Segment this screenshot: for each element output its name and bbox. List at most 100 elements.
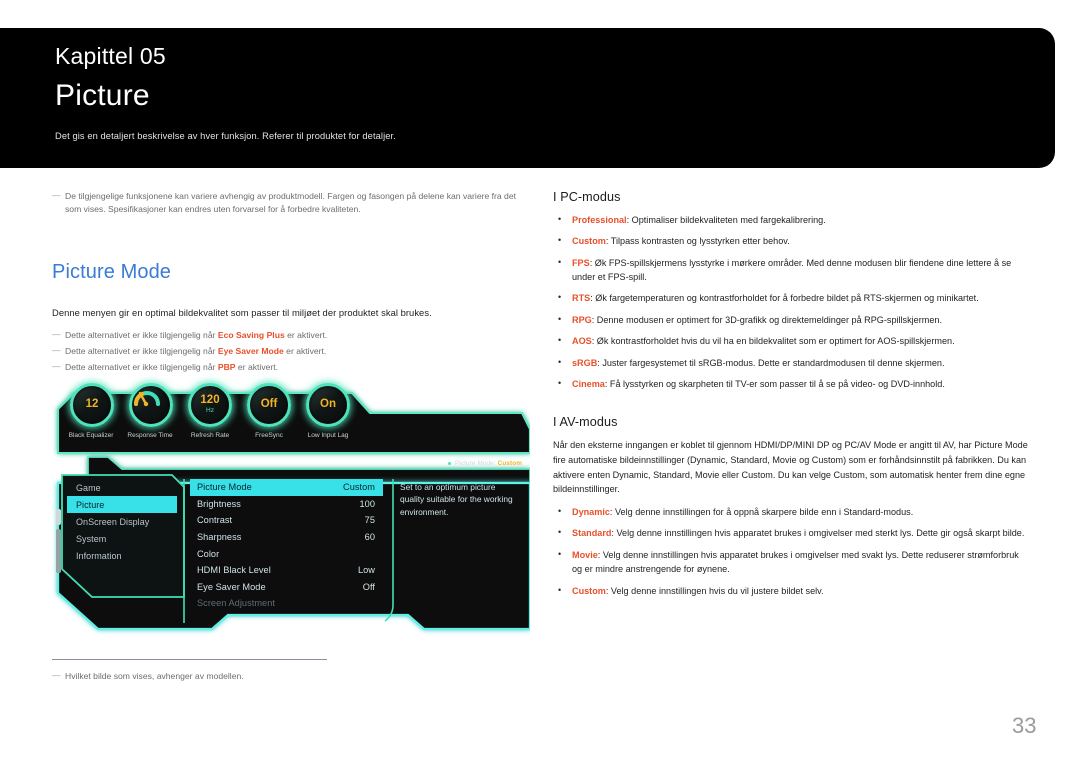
term: Custom — [572, 236, 606, 247]
list-item: Custom: Velg denne innstillingen hvis du… — [553, 583, 1031, 598]
term: Cinema — [572, 378, 605, 389]
note-term: Eco Saving Plus — [217, 329, 285, 340]
osd-status-badge: Picture Mode: Custom — [447, 460, 522, 467]
knob-value: 120 — [200, 394, 220, 407]
term-desc: : Velg denne innstillingen hvis du vil j… — [605, 585, 824, 596]
term-desc: : Velg denne innstillingen for å oppnå s… — [609, 507, 914, 518]
manual-page: Kapittel 05 Picture Det gis en detaljert… — [0, 0, 1080, 763]
osd-menu-item-system[interactable]: System — [67, 531, 177, 548]
note-term: PBP — [217, 362, 236, 373]
list-item: RTS: Øk fargetemperaturen og kontrastfor… — [553, 290, 1031, 305]
knob-value: Off — [260, 398, 278, 411]
setting-label: HDMI Black Level — [197, 565, 271, 576]
osd-settings-list: Picture Mode Custom Brightness 100 Contr… — [190, 479, 383, 612]
osd-left-menu: Game Picture OnScreen Display System Inf… — [67, 479, 177, 565]
osd-content-layer: 12 Black Equalizer Response Time 120 Hz … — [52, 383, 530, 645]
osd-setting-hdmi-black-level[interactable]: HDMI Black Level Low — [190, 562, 383, 579]
availability-note: Dette alternativet er ikke tilgjengelig … — [52, 344, 517, 358]
osd-setting-sharpness[interactable]: Sharpness 60 — [190, 529, 383, 546]
osd-illustration: 12 Black Equalizer Response Time 120 Hz … — [52, 383, 530, 645]
setting-value: 100 — [359, 498, 375, 509]
term: Custom — [572, 585, 606, 596]
section-lead: Denne menyen gir en optimal bildekvalite… — [52, 306, 432, 318]
availability-note: Dette alternativet er ikke tilgjengelig … — [52, 328, 517, 342]
setting-label: Picture Mode — [197, 482, 252, 493]
list-item: Standard: Velg denne innstillingen hvis … — [553, 525, 1031, 540]
list-item: Dynamic: Velg denne innstillingen for å … — [553, 504, 1031, 519]
osd-knob-label: Low Input Lag — [307, 432, 349, 439]
term: AOS — [572, 336, 592, 347]
term-desc: : Øk FPS-spillskjermens lysstyrke i mørk… — [572, 257, 1012, 283]
osd-knob-refresh-rate[interactable]: 120 Hz — [188, 383, 232, 427]
term: Professional — [572, 215, 627, 225]
knob-value: On — [320, 398, 336, 411]
banner-subtitle: Det gis en detaljert beskrivelse av hver… — [55, 131, 396, 142]
osd-knob-freesync[interactable]: Off — [247, 383, 291, 427]
setting-label: Contrast — [197, 515, 233, 526]
note-prefix: Dette alternativet er ikke tilgjengelig … — [65, 346, 218, 357]
osd-setting-brightness[interactable]: Brightness 100 — [190, 496, 383, 513]
osd-setting-picture-mode[interactable]: Picture Mode Custom — [190, 479, 383, 496]
page-number: 33 — [1012, 713, 1037, 738]
osd-status-label: Picture Mode: — [454, 460, 496, 467]
intro-note: De tilgjengelige funksjonene kan variere… — [52, 189, 517, 217]
list-item: AOS: Øk kontrastforholdet hvis du vil ha… — [553, 333, 1031, 348]
pc-mode-heading: I PC-modus — [553, 190, 621, 204]
osd-description: Set to an optimum picture quality suitab… — [400, 482, 513, 517]
term-desc: : Juster fargesystemet til sRGB-modus. D… — [597, 357, 945, 368]
setting-value: 75 — [364, 515, 375, 526]
setting-label: Screen Adjustment — [197, 598, 275, 609]
knob-value: 12 — [85, 398, 99, 411]
section-heading: Picture Mode — [52, 260, 172, 283]
osd-setting-contrast[interactable]: Contrast 75 — [190, 512, 383, 529]
note-suffix: er aktivert. — [284, 329, 328, 340]
term: FPS — [572, 257, 590, 268]
page-title: Picture — [55, 78, 150, 112]
osd-setting-color[interactable]: Color — [190, 545, 383, 562]
list-item: Cinema: Få lysstyrken og skarpheten til … — [553, 376, 1031, 391]
list-item: RPG: Denne modusen er optimert for 3D-gr… — [553, 312, 1031, 327]
note-prefix: Dette alternativet er ikke tilgjengelig … — [65, 329, 218, 340]
osd-menu-item-information[interactable]: Information — [67, 548, 177, 565]
bullet-icon — [447, 461, 451, 465]
term-desc: : Velg denne innstillingen hvis apparate… — [611, 528, 1025, 539]
list-item: sRGB: Juster fargesystemet til sRGB-modu… — [553, 354, 1031, 370]
osd-knob-black-equalizer[interactable]: 12 — [70, 383, 114, 427]
osd-menu-item-game[interactable]: Game — [67, 479, 177, 496]
osd-knob-low-input-lag[interactable]: On — [306, 383, 350, 427]
term: Standard — [572, 528, 612, 539]
chapter-banner: Kapittel 05 Picture Det gis en detaljert… — [0, 28, 1055, 168]
left-column: De tilgjengelige funksjonene kan variere… — [52, 189, 517, 378]
footer-note: Hvilket bilde som vises, avhenger av mod… — [52, 669, 472, 683]
osd-setting-eye-saver-mode[interactable]: Eye Saver Mode Off — [190, 579, 383, 596]
osd-knob-response-time[interactable] — [129, 383, 173, 427]
osd-menu-item-picture[interactable]: Picture — [67, 496, 177, 514]
note-term: Eye Saver Mode — [217, 346, 284, 357]
term-desc: : Velg denne innstillingen hvis apparate… — [572, 549, 1019, 575]
chapter-label: Kapittel 05 — [55, 43, 166, 69]
av-mode-list: Dynamic: Velg denne innstillingen for å … — [553, 504, 1031, 598]
term-desc: : Øk fargetemperaturen og kontrastforhol… — [590, 293, 979, 304]
banner-text-block: Kapittel 05 Picture Det gis en detaljert… — [55, 42, 1035, 141]
setting-label: Eye Saver Mode — [197, 581, 266, 592]
term: Movie — [572, 549, 598, 560]
list-item: Movie: Velg denne innstillingen hvis app… — [553, 547, 1031, 577]
osd-menu-item-onscreen-display[interactable]: OnScreen Display — [67, 513, 177, 530]
setting-value: Low — [357, 565, 375, 576]
term: RPG — [572, 314, 592, 325]
list-item: Custom: Tilpass kontrasten og lysstyrken… — [553, 233, 1031, 248]
footer-note-wrap: Hvilket bilde som vises, avhenger av mod… — [52, 669, 472, 686]
list-item: Professional: Optimaliser bildekvalitete… — [553, 212, 1031, 227]
right-column: I PC-modus Professional: Optimaliser bil… — [553, 190, 1031, 605]
term-desc: : Denne modusen er optimert for 3D-grafi… — [591, 314, 942, 325]
setting-value: Custom — [343, 482, 375, 493]
term: RTS — [572, 293, 591, 304]
term-desc: : Øk kontrastforholdet hvis du vil ha en… — [591, 336, 955, 347]
list-item: FPS: Øk FPS-spillskjermens lysstyrke i m… — [553, 255, 1031, 285]
term-desc: : Få lysstyrken og skarpheten til TV-er … — [604, 378, 945, 389]
osd-setting-screen-adjustment: Screen Adjustment — [190, 595, 383, 612]
osd-status-value: Custom — [497, 460, 522, 467]
pc-mode-list: Professional: Optimaliser bildekvalitete… — [553, 212, 1031, 391]
note-prefix: Dette alternativet er ikke tilgjengelig … — [65, 362, 218, 373]
setting-value: Off — [362, 581, 375, 592]
